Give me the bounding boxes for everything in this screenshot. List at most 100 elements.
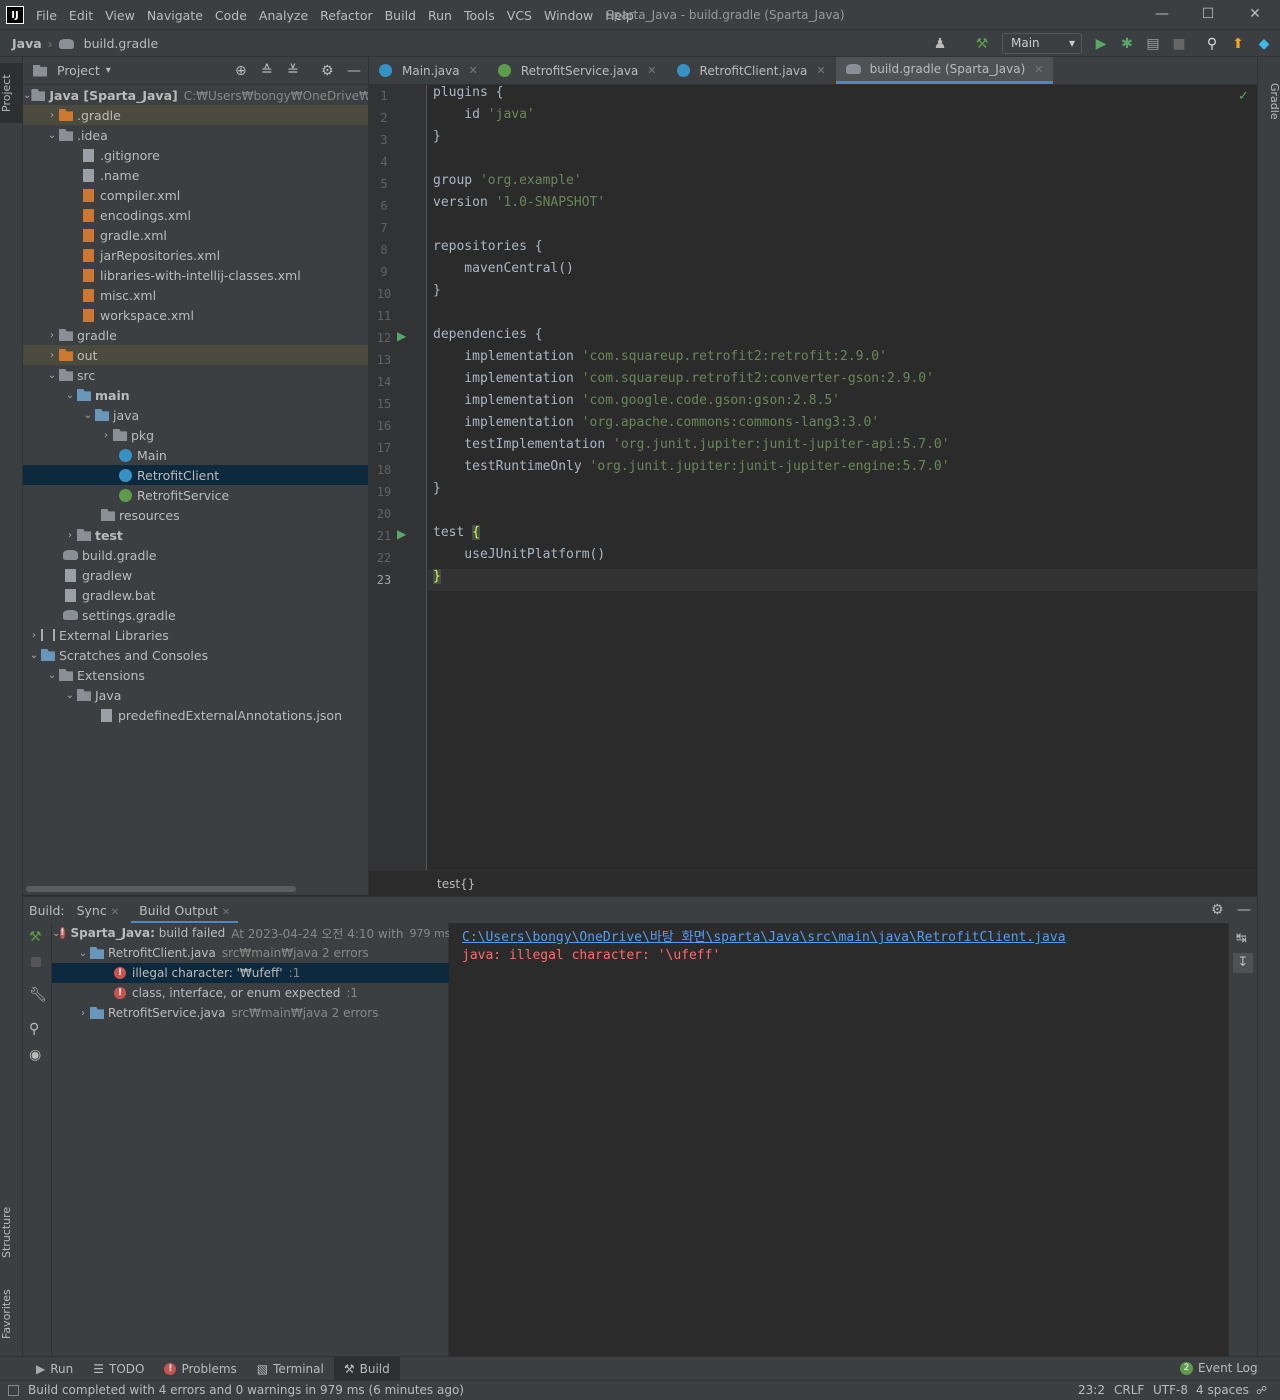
close-icon[interactable]: ✕ <box>647 64 656 77</box>
toolbox-icon[interactable]: ◆ <box>1254 34 1274 54</box>
tree-item-build-gradle[interactable]: build.gradle <box>23 545 368 565</box>
locate-icon[interactable]: ⊕ <box>235 63 247 79</box>
tab-build-output[interactable]: Build Output ✕ <box>131 897 239 924</box>
menu-vcs[interactable]: VCS <box>501 8 538 23</box>
tab-retrofit-service[interactable]: RetrofitService.java ✕ <box>488 57 667 84</box>
tool-tab-todo[interactable]: ☰ TODO <box>83 1357 154 1381</box>
tree-item-java-source[interactable]: ⌄ java <box>23 405 368 425</box>
run-icon[interactable]: ▶ <box>1091 34 1111 54</box>
hide-icon[interactable]: — <box>1237 902 1251 918</box>
build-output-console[interactable]: C:\Users\bongy\OneDrive\바탕 화면\sparta\Jav… <box>450 923 1228 1356</box>
menu-navigate[interactable]: Navigate <box>141 8 209 23</box>
breadcrumb-project[interactable]: Java <box>12 36 42 51</box>
status-message[interactable]: Build completed with 4 errors and 0 warn… <box>28 1381 464 1400</box>
close-icon[interactable]: ✕ <box>1243 4 1267 24</box>
tree-item-workspace-xml[interactable]: workspace.xml <box>23 305 368 325</box>
tree-item-src[interactable]: ⌄ src <box>23 365 368 385</box>
tool-windows-icon[interactable] <box>8 1385 19 1396</box>
menu-edit[interactable]: Edit <box>63 8 99 23</box>
error-file-link[interactable]: C:\Users\bongy\OneDrive\바탕 화면\sparta\Jav… <box>462 926 1066 945</box>
event-log-button[interactable]: 2 Event Log <box>1180 1361 1258 1375</box>
tree-item-resources[interactable]: resources <box>23 505 368 525</box>
tree-item-gradle-cache[interactable]: › .gradle <box>23 105 368 125</box>
line-separator[interactable]: CRLF <box>1114 1381 1144 1400</box>
close-icon[interactable]: ✕ <box>1034 63 1043 76</box>
update-icon[interactable]: ⬆ <box>1228 34 1248 54</box>
menu-view[interactable]: View <box>99 8 141 23</box>
menu-analyze[interactable]: Analyze <box>253 8 314 23</box>
tree-item-gradlew-bat[interactable]: gradlew.bat <box>23 585 368 605</box>
tree-item-external-libraries[interactable]: › External Libraries <box>23 625 368 645</box>
tree-item-gradle[interactable]: › gradle <box>23 325 368 345</box>
tree-item-extensions[interactable]: ⌄ Extensions <box>23 665 368 685</box>
tree-item-encodings-xml[interactable]: encodings.xml <box>23 205 368 225</box>
build-hammer-icon[interactable]: ⚒ <box>29 929 42 945</box>
stop-icon[interactable] <box>31 957 41 967</box>
search-icon[interactable]: ⚲ <box>1202 34 1222 54</box>
tab-main-java[interactable]: Main.java ✕ <box>369 57 488 84</box>
eye-icon[interactable]: ◉ <box>29 1047 41 1063</box>
run-gutter-icon[interactable]: ▶ <box>397 527 406 541</box>
maximize-icon[interactable]: ☐ <box>1196 4 1220 24</box>
caret-position[interactable]: 23:2 <box>1078 1381 1105 1400</box>
close-icon[interactable]: ✕ <box>469 64 478 77</box>
tree-item-project-root[interactable]: ⌄ Java [Sparta_Java] C:₩Users₩bongy₩OneDri… <box>23 85 368 105</box>
tree-item-retrofit-client[interactable]: RetrofitClient <box>23 465 368 485</box>
gear-icon[interactable]: ⚙ <box>1211 902 1224 918</box>
code-editor[interactable]: ✓ plugins { id 'java' } group 'org.examp… <box>428 85 1257 870</box>
stop-icon[interactable]: ■ <box>1169 34 1189 54</box>
hide-icon[interactable]: — <box>347 63 361 79</box>
tree-item-main-class[interactable]: Main <box>23 445 368 465</box>
tab-sync[interactable]: Sync ✕ <box>69 897 128 924</box>
tool-tab-build[interactable]: ⚒ Build <box>333 1356 400 1381</box>
indent-setting[interactable]: 4 spaces <box>1196 1381 1249 1400</box>
file-encoding[interactable]: UTF-8 <box>1153 1381 1188 1400</box>
wrench-icon[interactable]: 🔧︎ <box>29 987 47 1003</box>
close-icon[interactable]: ✕ <box>816 64 825 77</box>
menu-refactor[interactable]: Refactor <box>314 8 378 23</box>
lock-icon[interactable]: ☍ <box>1256 1381 1267 1400</box>
gear-icon[interactable]: ⚙ <box>321 63 334 79</box>
close-icon[interactable]: ✕ <box>222 907 230 918</box>
menu-file[interactable]: File <box>30 8 63 23</box>
build-tree-root[interactable]: ⌄! Sparta_Java: build failed At 2023-04-24… <box>52 923 449 943</box>
gradle-tool-tab[interactable]: Gradle <box>1258 71 1280 131</box>
tree-item-idea[interactable]: ⌄ .idea <box>23 125 368 145</box>
tree-item-jar-repositories-xml[interactable]: jarRepositories.xml <box>23 245 368 265</box>
tree-item-misc-xml[interactable]: misc.xml <box>23 285 368 305</box>
tree-item-libraries-xml[interactable]: libraries-with-intellij-classes.xml <box>23 265 368 285</box>
horizontal-scrollbar[interactable] <box>26 886 296 892</box>
project-tool-tab[interactable]: Project <box>0 63 23 123</box>
editor-breadcrumb[interactable]: test{} <box>369 870 1257 896</box>
tree-item-test[interactable]: › test <box>23 525 368 545</box>
tree-item-scratches[interactable]: ⌄ Scratches and Consoles <box>23 645 368 665</box>
tree-item-pkg[interactable]: › pkg <box>23 425 368 445</box>
menu-tools[interactable]: Tools <box>458 8 501 23</box>
tool-tab-terminal[interactable]: ▧ Terminal <box>247 1357 334 1381</box>
menu-window[interactable]: Window <box>538 8 599 23</box>
tree-item-gitignore[interactable]: .gitignore <box>23 145 368 165</box>
build-error-item[interactable]: ! illegal character: '₩ufeff':1 <box>52 963 449 983</box>
breadcrumb-file[interactable]: build.gradle <box>84 36 159 51</box>
pin-icon[interactable]: ⚲ <box>29 1021 39 1037</box>
favorites-tool-tab[interactable]: Favorites <box>0 1279 23 1349</box>
project-view-select[interactable]: Project <box>57 63 100 78</box>
build-tree-file[interactable]: ⌄ RetrofitClient.java src₩main₩java 2 erro… <box>52 943 449 963</box>
minimize-icon[interactable]: — <box>1150 4 1174 24</box>
tool-tab-run[interactable]: ▶ Run <box>26 1357 83 1381</box>
collapse-all-icon[interactable]: ≚ <box>287 63 299 79</box>
run-configuration-select[interactable]: Main ▾ <box>1002 33 1082 54</box>
menu-run[interactable]: Run <box>422 8 458 23</box>
tab-retrofit-client[interactable]: RetrofitClient.java ✕ <box>667 57 836 84</box>
tree-item-retrofit-service[interactable]: RetrofitService <box>23 485 368 505</box>
scroll-to-end-icon[interactable]: ↧ <box>1233 953 1253 973</box>
user-icon[interactable]: ♟ <box>930 34 950 54</box>
tree-item-name[interactable]: .name <box>23 165 368 185</box>
expand-all-icon[interactable]: ≙ <box>261 63 273 79</box>
tab-build-gradle[interactable]: build.gradle (Sparta_Java) ✕ <box>835 57 1054 84</box>
build-tree-file[interactable]: › RetrofitService.java src₩main₩java 2 err… <box>52 1003 449 1023</box>
structure-tool-tab[interactable]: Structure <box>0 1197 23 1267</box>
tool-tab-problems[interactable]: ! Problems <box>154 1357 246 1381</box>
tree-item-settings-gradle[interactable]: settings.gradle <box>23 605 368 625</box>
soft-wrap-icon[interactable]: ↹ <box>1236 931 1247 946</box>
